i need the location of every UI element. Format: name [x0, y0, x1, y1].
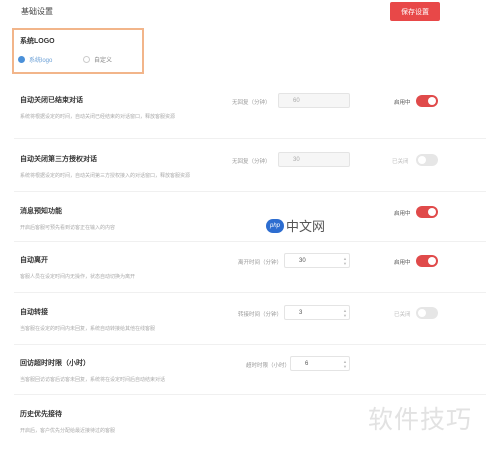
section-desc: 系统将根据设定的时间，自动关闭已经结束的对话窗口，释放客服资源 — [20, 114, 176, 120]
field-label: 无回复（分钟） — [232, 159, 271, 165]
toggle-knob — [428, 97, 436, 105]
toggle-status-label: 已关闭 — [394, 312, 411, 318]
settings-header: 基础设置 保存设置 — [0, 0, 500, 24]
page-title: 基础设置 — [21, 7, 53, 16]
away-minutes-input[interactable]: 30 ▲ ▼ — [284, 253, 350, 268]
revisit-hours-input[interactable]: 6 ▲ ▼ — [290, 356, 350, 371]
divider — [14, 292, 486, 293]
divider — [14, 138, 486, 139]
section-desc: 当客服回访访客后访客未回复，系统将在设定时间后自动结束对话 — [20, 377, 166, 383]
section-title: 消息预知功能 — [20, 208, 62, 215]
divider — [14, 191, 486, 192]
radio-selected-icon — [18, 56, 25, 63]
toggle-knob — [428, 257, 436, 265]
auto-away-toggle[interactable] — [416, 255, 438, 267]
message-preview-toggle[interactable] — [416, 206, 438, 218]
divider — [14, 344, 486, 345]
field-label: 转接时间（分钟） — [238, 312, 283, 318]
section-desc: 开启后客服可预先看到访客正在输入的内容 — [20, 225, 116, 231]
divider — [14, 394, 486, 395]
third-party-toggle[interactable] — [416, 154, 438, 166]
toggle-status-label: 启用中 — [394, 260, 411, 266]
stepper-arrows-icon[interactable]: ▲ ▼ — [343, 256, 347, 266]
auto-transfer-toggle[interactable] — [416, 307, 438, 319]
auto-close-minutes-input[interactable]: 60 — [278, 93, 350, 108]
section-title: 自动关闭第三方授权对话 — [20, 156, 97, 163]
php-logo-icon: php — [266, 218, 284, 233]
section-desc: 当客服在设定的时间内未回复，系统自动转接给其他在线客服 — [20, 326, 156, 332]
section-title: 自动转接 — [20, 309, 48, 316]
radio-empty-icon — [83, 56, 90, 63]
section-title: 自动离开 — [20, 257, 48, 264]
transfer-minutes-input[interactable]: 3 ▲ ▼ — [284, 305, 350, 320]
toggle-knob — [418, 156, 426, 164]
field-label: 无回复（分钟） — [232, 100, 271, 106]
logo-option-custom-label: 自定义 — [94, 58, 113, 64]
toggle-status-label: 已关闭 — [392, 159, 409, 165]
corner-watermark: 软件技巧 — [368, 406, 473, 434]
logo-option-system[interactable]: 系统logo — [18, 55, 52, 64]
third-party-minutes-input[interactable]: 30 — [278, 152, 350, 167]
logo-label: 系统LOGO — [20, 38, 55, 45]
section-desc: 客服人员在设定时间内无操作，状态自动切换为离开 — [20, 274, 136, 280]
field-label: 超时时限（小时） — [246, 363, 291, 369]
logo-option-custom[interactable]: 自定义 — [83, 55, 112, 64]
logo-option-system-label: 系统logo — [29, 58, 53, 64]
divider — [14, 241, 486, 242]
stepper-arrows-icon[interactable]: ▲ ▼ — [343, 308, 347, 318]
section-desc: 系统将根据设定的时间，自动关闭第三方授权接入的对话窗口，释放客服资源 — [20, 173, 191, 179]
section-desc: 开启后，客户优先分配给最近接待过的客服 — [20, 428, 116, 434]
toggle-status-label: 启用中 — [394, 100, 411, 106]
section-title: 回访超时时限（小时） — [20, 360, 90, 367]
toggle-knob — [418, 309, 426, 317]
toggle-knob — [428, 208, 436, 216]
field-label: 离开时间（分钟） — [238, 260, 283, 266]
section-title: 历史优先接待 — [20, 411, 62, 418]
stepper-arrows-icon[interactable]: ▲ ▼ — [343, 359, 347, 369]
php-watermark: php 中文网 — [266, 216, 325, 235]
logo-setting-panel: 系统LOGO 系统logo 自定义 — [12, 28, 144, 74]
section-title: 自动关闭已结束对话 — [20, 97, 83, 104]
auto-close-toggle[interactable] — [416, 95, 438, 107]
toggle-status-label: 启用中 — [394, 211, 411, 217]
save-button[interactable]: 保存设置 — [390, 2, 440, 21]
